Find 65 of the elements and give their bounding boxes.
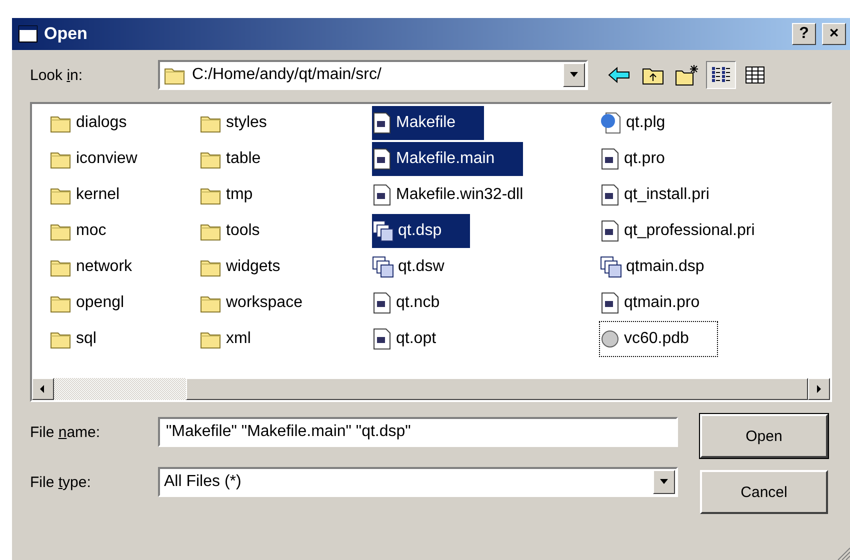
- web-document-icon: [600, 112, 622, 134]
- document-icon: [600, 220, 620, 242]
- file-item[interactable]: styles: [200, 106, 271, 140]
- file-item[interactable]: qt.plg: [600, 106, 670, 140]
- file-name-label: File name:: [30, 424, 102, 440]
- help-button[interactable]: ?: [792, 23, 816, 45]
- file-item[interactable]: moc: [50, 214, 110, 248]
- close-button[interactable]: ×: [822, 23, 846, 45]
- document-icon: [600, 292, 620, 314]
- file-item[interactable]: Makefile: [372, 106, 484, 140]
- file-type-label: File type:: [30, 474, 92, 490]
- look-in-dropdown[interactable]: C:/Home/andy/qt/main/src/: [158, 60, 588, 90]
- stacked-windows-icon: [372, 256, 394, 278]
- file-item[interactable]: network: [50, 250, 136, 284]
- file-item[interactable]: opengl: [50, 286, 128, 320]
- file-item[interactable]: dialogs: [50, 106, 131, 140]
- file-name-field[interactable]: "Makefile" "Makefile.main" "qt.dsp": [158, 417, 678, 447]
- cancel-button[interactable]: Cancel: [700, 470, 828, 514]
- dropdown-button[interactable]: [563, 63, 585, 87]
- scroll-right-button[interactable]: [808, 378, 830, 400]
- file-item[interactable]: tools: [200, 214, 264, 248]
- document-icon: [372, 112, 392, 134]
- dropdown-button[interactable]: [653, 470, 675, 494]
- file-item[interactable]: workspace: [200, 286, 306, 320]
- file-item[interactable]: qt.opt: [372, 322, 440, 356]
- file-item[interactable]: qt_install.pri: [600, 178, 714, 212]
- file-item[interactable]: table: [200, 142, 265, 176]
- document-icon: [372, 148, 392, 170]
- document-icon: [600, 148, 620, 170]
- scrollbar-thumb[interactable]: [186, 378, 808, 400]
- stacked-windows-icon: [600, 256, 622, 278]
- file-item[interactable]: widgets: [200, 250, 284, 284]
- file-item[interactable]: vc60.pdb: [600, 322, 717, 356]
- details-view-icon: [745, 66, 765, 84]
- file-item[interactable]: iconview: [50, 142, 142, 176]
- toolbar-button[interactable]: [706, 61, 736, 89]
- file-item[interactable]: Makefile.main: [372, 142, 523, 176]
- file-item[interactable]: sql: [50, 322, 100, 356]
- file-item[interactable]: qtmain.dsp: [600, 250, 708, 284]
- horizontal-scrollbar[interactable]: [32, 378, 830, 400]
- stacked-windows-icon: [372, 220, 394, 242]
- file-item[interactable]: qt.ncb: [372, 286, 444, 320]
- file-item[interactable]: qt.dsw: [372, 250, 448, 284]
- document-icon: [372, 184, 392, 206]
- window-icon: [18, 25, 38, 43]
- scroll-left-button[interactable]: [32, 378, 54, 400]
- file-type-dropdown[interactable]: All Files (*): [158, 467, 678, 497]
- file-item[interactable]: qt.pro: [600, 142, 669, 176]
- new-folder-icon: [675, 64, 699, 86]
- back-arrow-icon: [608, 67, 630, 83]
- window-title: Open: [44, 24, 88, 44]
- document-icon: [372, 292, 392, 314]
- database-file-icon: [600, 329, 620, 349]
- file-item[interactable]: qt.dsp: [372, 214, 470, 248]
- file-item[interactable]: Makefile.win32-dll: [372, 178, 528, 212]
- file-item[interactable]: qtmain.pro: [600, 286, 704, 320]
- document-icon: [600, 184, 620, 206]
- file-item[interactable]: kernel: [50, 178, 124, 212]
- file-item[interactable]: xml: [200, 322, 255, 356]
- open-button[interactable]: Open: [700, 414, 828, 458]
- look-in-label: Look in:: [30, 66, 84, 84]
- file-item[interactable]: qt_professional.pri: [600, 214, 759, 248]
- list-view-icon: [711, 66, 731, 84]
- file-item[interactable]: tmp: [200, 178, 257, 212]
- document-icon: [372, 328, 392, 350]
